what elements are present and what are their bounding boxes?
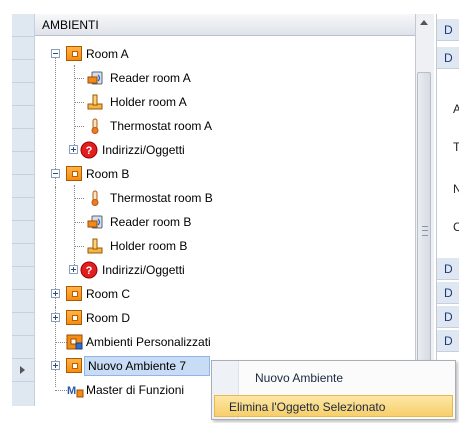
gutter-cell [12, 313, 34, 336]
thermometer-icon [91, 190, 99, 206]
gutter-cell [12, 60, 34, 83]
details-cell[interactable]: D [437, 258, 459, 280]
menu-item-nuovo-ambiente[interactable]: Nuovo Ambiente [214, 367, 453, 389]
svg-text:?: ? [86, 265, 93, 277]
card-holder-icon [87, 94, 103, 110]
expand-toggle[interactable] [51, 361, 60, 370]
expand-toggle[interactable] [51, 289, 60, 298]
scrollbar-grip-icon [422, 226, 428, 236]
gutter-cell [12, 14, 34, 37]
tree-item-label: Indirizzi/Oggetti [102, 263, 185, 277]
tree-header-label: AMBIENTI [42, 18, 99, 32]
gutter-cell [12, 83, 34, 106]
details-cell[interactable]: D [437, 306, 459, 328]
details-cell[interactable]: D [437, 330, 459, 352]
tree-item-room-a[interactable]: Room A [40, 44, 410, 64]
tree-item-label: Holder room B [110, 239, 188, 253]
collapse-toggle[interactable] [51, 169, 60, 178]
details-cell[interactable]: D [437, 47, 459, 69]
gutter-cell [12, 152, 34, 175]
room-icon [66, 166, 82, 181]
context-menu: Nuovo Ambiente Elimina l'Oggetto Selezio… [211, 360, 456, 420]
tree-item-indirizzi-oggetti[interactable]: ? Indirizzi/Oggetti [60, 260, 410, 280]
menu-item-label: Elimina l'Oggetto Selezionato [229, 400, 386, 414]
tree-item-label: Nuovo Ambiente 7 [88, 359, 187, 373]
tree-item-label: Ambienti Personalizzati [86, 335, 211, 349]
card-reader-icon [87, 215, 103, 229]
tree-item-thermostat-room-b[interactable]: Thermostat room B [80, 188, 410, 208]
room-icon [66, 46, 82, 61]
tree-item-reader-room-b[interactable]: Reader room B [80, 212, 410, 232]
details-cell[interactable]: D [437, 282, 459, 304]
details-label: C [453, 220, 459, 234]
svg-text:?: ? [86, 145, 93, 157]
gutter-cell [12, 198, 34, 221]
svg-text:M: M [67, 385, 76, 397]
tree-header[interactable]: AMBIENTI [35, 14, 415, 36]
tree-item-label: Indirizzi/Oggetti [102, 143, 185, 157]
help-icon: ? [80, 261, 98, 279]
details-label: T [453, 140, 459, 154]
function-master-icon: M [67, 385, 84, 398]
tree-item-label: Reader room A [110, 71, 191, 85]
gutter-cell [12, 244, 34, 267]
gutter-cell [12, 290, 34, 313]
gutter-cell [12, 37, 34, 60]
details-cell[interactable]: D [437, 19, 459, 41]
thermometer-icon [91, 118, 99, 134]
expand-toggle[interactable] [51, 313, 60, 322]
gutter-cell [12, 129, 34, 152]
row-gutter [12, 14, 35, 406]
tree-item-room-c[interactable]: Room C [40, 284, 410, 304]
tree-item-label: Thermostat room B [110, 191, 213, 205]
details-label: A [453, 102, 459, 116]
gutter-cell [12, 175, 34, 198]
tree-item-label: Reader room B [110, 215, 192, 229]
gutter-cell [12, 382, 34, 405]
tree-item-thermostat-room-a[interactable]: Thermostat room A [80, 116, 410, 136]
tree-item-label: Master di Funzioni [86, 383, 185, 397]
expand-toggle[interactable] [69, 265, 78, 274]
tree-item-indirizzi-oggetti[interactable]: ? Indirizzi/Oggetti [60, 140, 410, 160]
collapse-toggle[interactable] [51, 49, 60, 58]
tree-item-reader-room-a[interactable]: Reader room A [80, 68, 410, 88]
tree-item-holder-room-a[interactable]: Holder room A [80, 92, 410, 112]
tree-item-ambienti-personalizzati[interactable]: Ambienti Personalizzati [40, 332, 410, 352]
menu-item-label: Nuovo Ambiente [255, 371, 344, 385]
tree-item-holder-room-b[interactable]: Holder room B [80, 236, 410, 256]
scrollbar-thumb[interactable] [417, 72, 431, 362]
tree-item-label: Room A [86, 47, 129, 61]
room-icon [66, 310, 82, 325]
scroll-up-arrow-icon[interactable] [415, 14, 433, 32]
room-icon [66, 358, 82, 373]
current-row-indicator [12, 359, 34, 382]
details-label: N [453, 182, 459, 196]
help-icon: ? [80, 141, 98, 159]
gutter-cell [12, 336, 34, 359]
tree-item-label: Room B [86, 167, 130, 181]
tree-item-label: Room C [86, 287, 131, 301]
menu-item-elimina-oggetto[interactable]: Elimina l'Oggetto Selezionato [214, 395, 453, 417]
expand-toggle[interactable] [69, 145, 78, 154]
tree-item-room-b[interactable]: Room B [40, 164, 410, 184]
tree-item-label: Thermostat room A [110, 119, 213, 133]
tree-item-room-d[interactable]: Room D [40, 308, 410, 328]
custom-room-icon [66, 334, 83, 350]
tree-item-label: Holder room A [110, 95, 187, 109]
gutter-cell [12, 221, 34, 244]
gutter-cell [12, 106, 34, 129]
card-holder-icon [87, 238, 103, 254]
card-reader-icon [87, 71, 103, 85]
gutter-cell [12, 267, 34, 290]
tree-item-label: Room D [86, 311, 131, 325]
details-panel: D D A T N C D D D D [436, 14, 459, 406]
room-icon [66, 286, 82, 301]
